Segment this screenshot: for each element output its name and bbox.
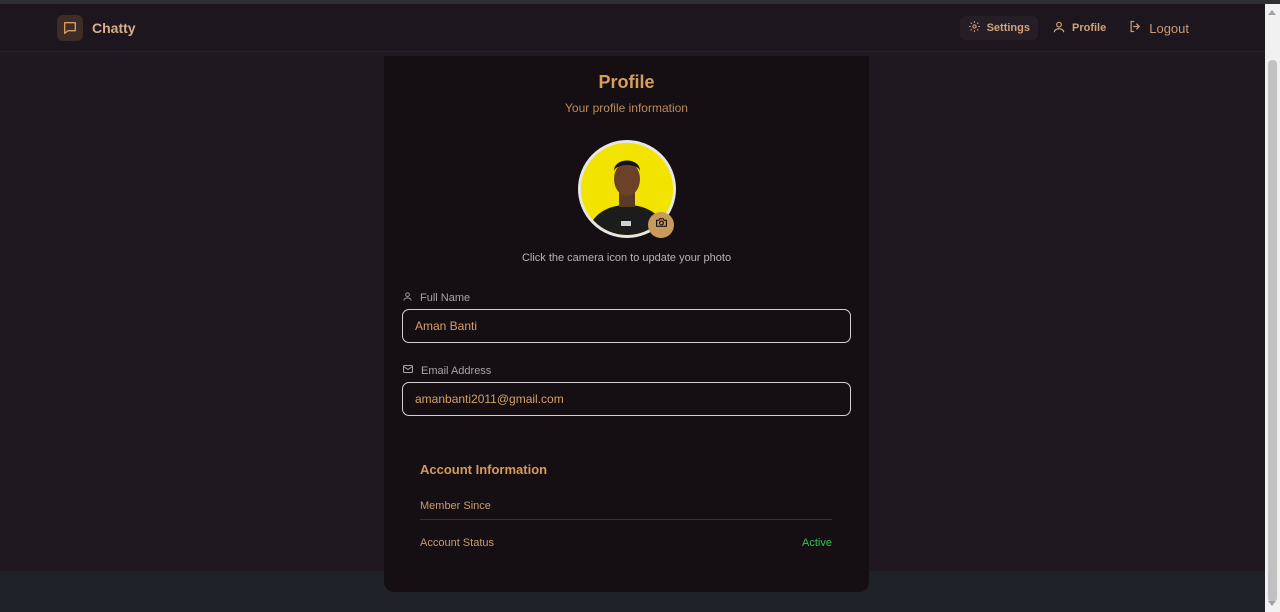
page-title: Profile bbox=[598, 72, 655, 92]
member-since-label: Member Since bbox=[420, 500, 491, 512]
page-subtitle: Your profile information bbox=[565, 101, 688, 115]
nav-actions: Settings Profile Logout bbox=[959, 16, 1197, 40]
full-name-label: Full Name bbox=[420, 292, 471, 304]
scroll-thumb[interactable] bbox=[1268, 60, 1277, 602]
navbar: Chatty Settings Profile Logout bbox=[0, 4, 1265, 52]
page-scrollbar[interactable] bbox=[1265, 4, 1280, 612]
avatar-section bbox=[578, 140, 676, 238]
scroll-down-arrow-icon[interactable] bbox=[1268, 601, 1276, 606]
app-window: Chatty Settings Profile Logout Profile Y… bbox=[0, 4, 1265, 592]
gear-icon bbox=[968, 20, 981, 36]
account-info-title: Account Information bbox=[420, 462, 548, 477]
settings-label: Settings bbox=[986, 22, 1030, 34]
logout-label: Logout bbox=[1149, 20, 1189, 36]
profile-card: Profile Your profile information Click t… bbox=[384, 56, 869, 592]
account-status-label: Account Status bbox=[420, 537, 494, 549]
logout-icon bbox=[1128, 19, 1143, 37]
logout-button[interactable]: Logout bbox=[1120, 16, 1197, 40]
profile-button[interactable]: Profile bbox=[1044, 16, 1114, 40]
scroll-up-arrow-icon[interactable] bbox=[1268, 10, 1276, 15]
email-value: amanbanti2011@gmail.com bbox=[415, 392, 564, 406]
mail-icon bbox=[402, 363, 414, 378]
settings-button[interactable]: Settings bbox=[959, 16, 1038, 40]
full-name-label-row: Full Name bbox=[402, 291, 470, 305]
camera-icon bbox=[655, 216, 668, 234]
profile-label: Profile bbox=[1072, 22, 1107, 34]
divider bbox=[420, 519, 832, 520]
user-icon bbox=[1052, 20, 1066, 37]
full-name-value: Aman Banti bbox=[415, 319, 478, 333]
full-name-field[interactable]: Aman Banti bbox=[402, 309, 851, 343]
account-status-row: Account Status Active bbox=[420, 537, 832, 549]
email-field[interactable]: amanbanti2011@gmail.com bbox=[402, 382, 851, 416]
photo-hint: Click the camera icon to update your pho… bbox=[521, 252, 732, 264]
brand-link[interactable]: Chatty bbox=[57, 15, 136, 41]
email-label-row: Email Address bbox=[402, 363, 491, 378]
status-badge: Active bbox=[802, 537, 832, 549]
member-since-row: Member Since bbox=[420, 500, 832, 512]
chat-bubble-icon bbox=[57, 15, 83, 41]
app-name: Chatty bbox=[92, 20, 136, 36]
email-label: Email Address bbox=[421, 364, 492, 377]
user-icon bbox=[402, 291, 413, 305]
camera-upload-button[interactable] bbox=[648, 212, 674, 238]
